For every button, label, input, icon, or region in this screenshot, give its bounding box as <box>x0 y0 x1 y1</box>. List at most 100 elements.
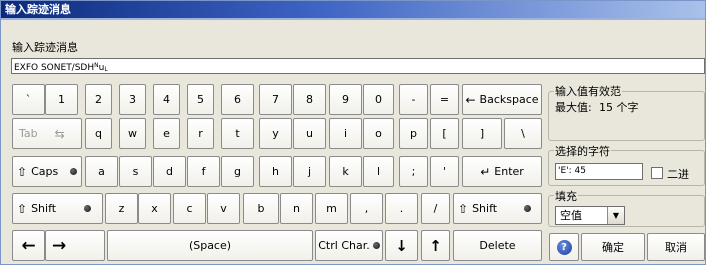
key-f[interactable]: f <box>187 156 220 187</box>
key-v[interactable]: v <box>207 193 240 224</box>
key-label: a <box>98 165 105 178</box>
key-slash[interactable]: / <box>421 193 450 224</box>
key-a[interactable]: a <box>85 156 118 187</box>
ok-button[interactable]: 确定 <box>581 233 645 261</box>
key-left-bracket[interactable]: [ <box>430 118 459 149</box>
down-arrow-icon: ↓ <box>395 236 408 255</box>
key-semicolon[interactable]: ; <box>399 156 428 187</box>
key-label: Enter <box>494 165 524 178</box>
caps-lock-key[interactable]: ⇧ Caps <box>12 156 82 187</box>
prompt-label: 输入踪迹消息 <box>12 41 78 54</box>
key-label: q <box>95 127 102 140</box>
backspace-key[interactable]: ← Backspace <box>462 84 542 115</box>
key-z[interactable]: z <box>105 193 138 224</box>
key-label: 9 <box>342 93 349 106</box>
key-label: 6 <box>234 93 241 106</box>
fill-select[interactable]: 空值 ▼ <box>555 206 625 225</box>
key-equals[interactable]: = <box>430 84 459 115</box>
help-button[interactable]: ? <box>549 233 579 261</box>
key-period[interactable]: . <box>385 193 418 224</box>
key-quote[interactable]: ' <box>430 156 459 187</box>
key-label: 8 <box>306 93 313 106</box>
key-l[interactable]: l <box>363 156 394 187</box>
tab-key[interactable]: Tab ⇆ <box>12 118 82 149</box>
delete-key[interactable]: Delete <box>453 230 542 261</box>
key-label: (Space) <box>188 239 232 252</box>
cancel-button[interactable]: 取消 <box>647 233 705 261</box>
binary-checkbox[interactable] <box>651 167 663 179</box>
fill-title: 填充 <box>554 188 578 204</box>
key-label: e <box>163 127 170 140</box>
key-n[interactable]: n <box>280 193 313 224</box>
key-label: Delete <box>479 239 516 252</box>
key-c[interactable]: c <box>173 193 206 224</box>
key-g[interactable]: g <box>221 156 254 187</box>
key-d[interactable]: d <box>153 156 186 187</box>
key-label: l <box>376 165 381 178</box>
key-label: d <box>166 165 173 178</box>
cancel-button-label: 取消 <box>665 241 687 254</box>
key-label: 5 <box>197 93 204 106</box>
key-s[interactable]: s <box>119 156 152 187</box>
key-9[interactable]: 9 <box>329 84 362 115</box>
right-arrow-icon: → <box>52 235 67 256</box>
key-label: r <box>198 127 203 140</box>
key-y[interactable]: y <box>259 118 292 149</box>
key-label: Caps <box>31 165 59 178</box>
space-key[interactable]: (Space) <box>107 230 313 261</box>
key-5[interactable]: 5 <box>187 84 214 115</box>
key-label: m <box>326 202 337 215</box>
key-backtick[interactable]: ` <box>12 84 45 115</box>
left-arrow-icon: ← <box>21 235 36 256</box>
key-label: i <box>343 127 348 140</box>
key-6[interactable]: 6 <box>221 84 254 115</box>
key-right-bracket[interactable]: ] <box>462 118 502 149</box>
key-label: j <box>307 165 312 178</box>
key-b[interactable]: b <box>243 193 279 224</box>
key-e[interactable]: e <box>153 118 180 149</box>
key-i[interactable]: i <box>329 118 362 149</box>
shift-indicator-dot <box>84 205 92 212</box>
key-label: ` <box>25 93 32 106</box>
key-label: v <box>220 202 227 215</box>
key-label: , <box>364 202 369 215</box>
key-q[interactable]: q <box>85 118 112 149</box>
trace-message-input[interactable]: EXFO SONET/SDHNuL <box>11 58 705 74</box>
key-w[interactable]: w <box>119 118 146 149</box>
key-4[interactable]: 4 <box>153 84 180 115</box>
key-1[interactable]: 1 <box>45 84 78 115</box>
right-shift-key[interactable]: ⇧ Shift <box>453 193 542 224</box>
down-arrow-key[interactable]: ↓ <box>385 230 418 261</box>
key-comma[interactable]: , <box>350 193 383 224</box>
key-label: z <box>118 202 125 215</box>
key-t[interactable]: t <box>221 118 254 149</box>
up-arrow-icon: ↑ <box>429 236 442 255</box>
key-0[interactable]: 0 <box>363 84 394 115</box>
key-label: = <box>439 93 450 106</box>
shift-indicator-dot <box>524 205 532 212</box>
key-r[interactable]: r <box>187 118 214 149</box>
up-arrow-key[interactable]: ↑ <box>421 230 450 261</box>
tab-arrows-icon: ⇆ <box>54 126 65 141</box>
key-8[interactable]: 8 <box>293 84 326 115</box>
key-k[interactable]: k <box>329 156 362 187</box>
key-3[interactable]: 3 <box>119 84 146 115</box>
key-h[interactable]: h <box>259 156 292 187</box>
key-backslash[interactable]: \ <box>504 118 542 149</box>
ctrl-char-key[interactable]: Ctrl Char. <box>315 230 383 261</box>
left-arrow-key[interactable]: ← <box>12 230 45 261</box>
key-label: h <box>272 165 279 178</box>
right-arrow-key[interactable]: → <box>45 230 105 261</box>
key-o[interactable]: o <box>363 118 394 149</box>
key-2[interactable]: 2 <box>85 84 112 115</box>
chevron-down-icon[interactable]: ▼ <box>607 207 624 224</box>
key-m[interactable]: m <box>315 193 348 224</box>
key-7[interactable]: 7 <box>259 84 292 115</box>
left-shift-key[interactable]: ⇧ Shift <box>12 193 103 224</box>
key-j[interactable]: j <box>293 156 326 187</box>
key-x[interactable]: x <box>138 193 171 224</box>
key-u[interactable]: u <box>293 118 326 149</box>
key-minus[interactable]: - <box>399 84 428 115</box>
enter-key[interactable]: ↵ Enter <box>462 156 542 187</box>
key-p[interactable]: p <box>399 118 428 149</box>
